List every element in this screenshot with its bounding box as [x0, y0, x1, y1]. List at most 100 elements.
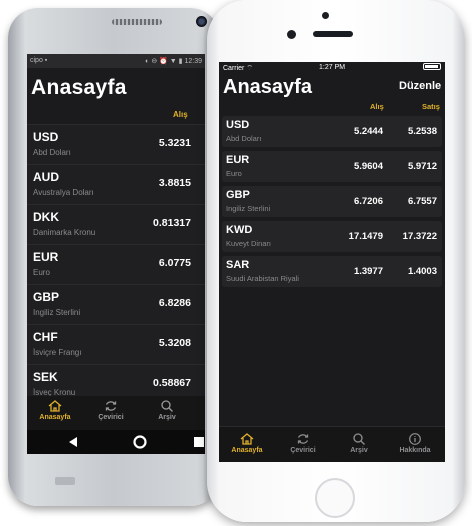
- currency-buy-rate: 5.3208: [158, 337, 191, 349]
- currency-code: EUR: [226, 154, 250, 166]
- tab-label: Arşiv: [350, 447, 368, 454]
- currency-buy-rate: 6.8286: [158, 297, 191, 309]
- currency-code: KWD: [226, 224, 253, 236]
- currency-code: GBP: [226, 189, 250, 201]
- currency-name: Euro: [226, 169, 242, 178]
- ios-tab-bar: Anasayfa Çevirici Arşiv Hakkında: [219, 426, 445, 462]
- currency-sell-rate: 1.4003: [407, 266, 437, 277]
- edit-button[interactable]: Düzenle: [399, 80, 441, 92]
- ios-buy-column-header: Alış: [370, 102, 384, 111]
- back-icon[interactable]: [67, 436, 79, 448]
- android-currency-row[interactable]: GBP Ingiliz Sterlini 6.8286: [27, 284, 205, 324]
- search-icon: [161, 400, 173, 412]
- iphone-front-camera: [287, 30, 296, 39]
- currency-buy-rate: 5.9604: [353, 161, 383, 172]
- currency-code: CHF: [33, 330, 58, 344]
- currency-code: DKK: [33, 210, 59, 224]
- ios-tab-converter[interactable]: Çevirici: [275, 433, 331, 454]
- ios-carrier: Carrier ⌔: [223, 65, 253, 72]
- currency-code: USD: [226, 119, 250, 131]
- recents-icon[interactable]: [193, 436, 205, 448]
- home-icon: [48, 400, 62, 412]
- home-circle-icon[interactable]: [133, 435, 147, 449]
- tab-label: Çevirici: [290, 447, 316, 454]
- android-currency-row[interactable]: AUD Avustralya Doları 3.8815: [27, 164, 205, 204]
- currency-buy-rate: 6.7206: [353, 196, 383, 207]
- android-status-right: ◐ ⊖ ⏰ ▼ ▮ 12:39: [145, 58, 202, 65]
- currency-buy-rate: 5.3231: [158, 137, 191, 149]
- ios-currency-row[interactable]: USD Abd Doları 5.2444 5.2538: [222, 116, 442, 147]
- ios-tab-about[interactable]: Hakkında: [387, 433, 443, 454]
- currency-name: Danimarka Kronu: [33, 228, 96, 237]
- currency-name: Avustralya Doları: [33, 188, 94, 197]
- currency-name: Suudi Arabistan Riyali: [226, 274, 299, 283]
- android-status-bar: cipo ▪ ◐ ⊖ ⏰ ▼ ▮ 12:39: [27, 54, 205, 68]
- iphone-sensor: [322, 12, 329, 19]
- currency-name: Ingiliz Sterlini: [226, 204, 271, 213]
- currency-code: SAR: [226, 259, 250, 271]
- iphone-home-button[interactable]: [315, 478, 355, 518]
- currency-code: USD: [33, 130, 59, 144]
- currency-code: EUR: [33, 250, 59, 264]
- android-tab-archive[interactable]: Arşiv: [142, 400, 192, 421]
- android-tab-home[interactable]: Anasayfa: [30, 400, 80, 421]
- currency-code: AUD: [33, 170, 59, 184]
- ios-currency-row[interactable]: EUR Euro 5.9604 5.9712: [222, 151, 442, 182]
- ios-sell-column-header: Satış: [422, 102, 440, 111]
- ios-currency-row[interactable]: GBP Ingiliz Sterlini 6.7206 6.7557: [222, 186, 442, 217]
- currency-name: Kuveyt Dinarı: [226, 239, 272, 248]
- currency-sell-rate: 17.3722: [402, 231, 437, 242]
- android-screen: cipo ▪ ◐ ⊖ ⏰ ▼ ▮ 12:39 Anasayfa Alış USD…: [27, 54, 205, 454]
- android-microphone: [55, 477, 75, 485]
- refresh-icon: [297, 434, 309, 444]
- currency-name: Abd Doları: [33, 148, 71, 157]
- tab-label: Anasayfa: [39, 414, 71, 421]
- currency-buy-rate: 0.81317: [153, 217, 191, 229]
- android-front-camera: [196, 16, 207, 27]
- currency-sell-rate: 6.7557: [407, 196, 437, 207]
- android-currency-row[interactable]: EUR Euro 6.0775: [27, 244, 205, 284]
- tab-label: Arşiv: [158, 414, 176, 421]
- ios-status-bar: Carrier ⌔ 1:27 PM: [219, 62, 445, 74]
- ios-currency-row[interactable]: SAR Suudi Arabistan Riyali 1.3977 1.4003: [222, 256, 442, 287]
- android-speaker-grille: [112, 19, 162, 25]
- android-currency-row[interactable]: USD Abd Doları 5.3231: [27, 124, 205, 164]
- currency-buy-rate: 5.2444: [353, 126, 383, 137]
- ios-clock: 1:27 PM: [319, 64, 346, 71]
- ios-page-title: Anasayfa: [223, 76, 312, 98]
- home-icon: [240, 433, 254, 445]
- currency-code: SEK: [33, 370, 58, 384]
- tab-label: Anasayfa: [231, 447, 263, 454]
- tab-label: Çevirici: [98, 414, 124, 421]
- info-icon: [409, 433, 421, 445]
- currency-sell-rate: 5.2538: [407, 126, 437, 137]
- currency-buy-rate: 3.8815: [158, 177, 191, 189]
- search-icon: [353, 433, 365, 445]
- currency-name: Euro: [33, 268, 50, 277]
- currency-name: İsviçre Frangı: [33, 348, 82, 357]
- ios-currency-row[interactable]: KWD Kuveyt Dinarı 17.1479 17.3722: [222, 221, 442, 252]
- currency-buy-rate: 1.3977: [353, 266, 383, 277]
- currency-buy-rate: 0.58867: [153, 377, 191, 389]
- currency-code: GBP: [33, 290, 60, 304]
- android-tab-bar: Anasayfa Çevirici Arşiv: [27, 396, 205, 430]
- currency-buy-rate: 6.0775: [158, 257, 191, 269]
- ios-tab-home[interactable]: Anasayfa: [219, 433, 275, 454]
- iphone-screen: Carrier ⌔ 1:27 PM Anasayfa Düzenle Alış …: [219, 62, 445, 462]
- currency-sell-rate: 5.9712: [407, 161, 437, 172]
- refresh-icon: [105, 401, 117, 411]
- android-nav-bar: [27, 430, 205, 454]
- android-tab-converter[interactable]: Çevirici: [86, 400, 136, 421]
- android-currency-row[interactable]: DKK Danimarka Kronu 0.81317: [27, 204, 205, 244]
- android-buy-column-header: Alış: [173, 110, 188, 119]
- ios-tab-archive[interactable]: Arşiv: [331, 433, 387, 454]
- currency-name: Ingiliz Sterlini: [33, 308, 81, 317]
- android-currency-row[interactable]: CHF İsviçre Frangı 5.3208: [27, 324, 205, 364]
- iphone-speaker: [313, 31, 353, 37]
- currency-buy-rate: 17.1479: [348, 231, 383, 242]
- android-page-title: Anasayfa: [31, 76, 127, 99]
- android-status-left: cipo ▪: [30, 57, 48, 64]
- tab-label: Hakkında: [399, 447, 431, 454]
- battery-icon: [423, 63, 441, 70]
- currency-name: Abd Doları: [226, 134, 262, 143]
